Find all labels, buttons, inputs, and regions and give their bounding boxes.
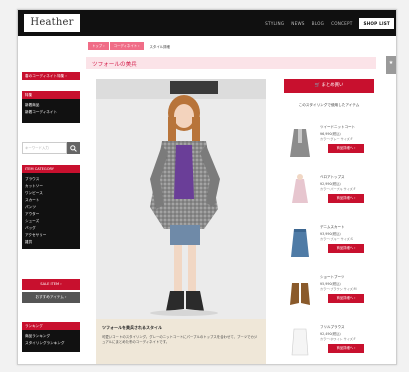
search-button[interactable]: [67, 142, 80, 154]
item-detail: カラー:パープル サイズ:F: [320, 187, 356, 191]
nav-styling[interactable]: STYLING: [265, 21, 284, 26]
category-item[interactable]: カットソー: [25, 183, 77, 190]
item-thumbnail-skirt[interactable]: [288, 223, 312, 263]
breadcrumb-top[interactable]: トップ ›: [88, 42, 109, 50]
styling-photo[interactable]: [96, 79, 266, 349]
search-bar: キーワード入力: [22, 142, 80, 154]
list-item: フリルブラウス ¥2,490(税込) カラー:ホワイト サイズ:F 商品詳細へ …: [284, 321, 394, 364]
item-detail: カラー:ブルー サイズ:S: [320, 237, 353, 241]
category-title: ITEM CATEGORY: [22, 165, 80, 173]
menu-item-new-coordinates[interactable]: 新着コーディネイト: [25, 109, 77, 116]
list-item: ショートブーツ ¥5,990(税込) カラー:ブラウン サイズ:M 商品詳細へ …: [284, 271, 394, 319]
section-title: ツフォールの美兵: [92, 62, 137, 68]
search-icon: [70, 144, 77, 152]
ranking-box: 商品ランキング スタイリングランキング: [22, 330, 80, 352]
category-item[interactable]: アクセサリー: [25, 232, 77, 239]
sidebar: 春のコーディネイト特集 › 特集 新着商品 新着コーディネイト キーワード入力 …: [18, 36, 84, 364]
category-item[interactable]: シューズ: [25, 218, 77, 225]
caption-title: ツフォールを美兵されるスタイル: [102, 325, 162, 330]
category-item[interactable]: ブラウス: [25, 176, 77, 183]
ranking-item-styling[interactable]: スタイリングランキング: [25, 340, 77, 347]
recommended-banner[interactable]: おすすめアイテム ›: [22, 292, 80, 303]
category-item[interactable]: バッグ: [25, 225, 77, 232]
coordinate-items-title: このスタイリングで使用したアイテム: [298, 103, 360, 107]
item-detail: カラー:ホワイト サイズ:F: [320, 337, 356, 341]
ranking-title: ランキング: [22, 322, 80, 330]
category-list: ブラウス カットソー ワンピース スカート パンツ アウター シューズ バッグ …: [22, 173, 80, 249]
caption-area: ツフォールを美兵されるスタイル 可愛いコートのスタイリング。グレーのニットコート…: [96, 319, 266, 364]
menu-box-title: 特集: [22, 91, 80, 99]
breadcrumb: トップ › コーディネイト › スタイル詳細: [88, 42, 170, 50]
item-list-column: 🛒 まとめ買い このスタイリングで使用したアイテム ツイードニットコート ¥6,…: [284, 79, 394, 364]
item-detail: カラー:グレー サイズ:F: [320, 137, 353, 141]
category-item[interactable]: アウター: [25, 211, 77, 218]
category-item[interactable]: ワンピース: [25, 190, 77, 197]
item-detail-button[interactable]: 商品詳細へ ›: [328, 194, 364, 203]
nav-shop-list[interactable]: SHOP LIST: [359, 17, 394, 29]
category-item[interactable]: パンツ: [25, 204, 77, 211]
bulk-buy-button[interactable]: 🛒 まとめ買い: [284, 79, 374, 93]
search-input[interactable]: キーワード入力: [22, 142, 67, 154]
nav-news[interactable]: NEWS: [291, 21, 304, 26]
item-thumbnail-coat[interactable]: [288, 123, 312, 163]
main-nav: STYLING NEWS BLOG CONCEPT SHOP LIST: [258, 10, 394, 36]
item-detail-button[interactable]: 商品詳細へ ›: [328, 144, 364, 153]
list-item: デニムスカート ¥3,990(税込) カラー:ブルー サイズ:S 商品詳細へ ›: [284, 221, 394, 269]
item-name[interactable]: フリルブラウス: [320, 325, 345, 330]
item-detail-button[interactable]: 商品詳細へ ›: [328, 344, 364, 353]
breadcrumb-coordinate[interactable]: コーディネイト ›: [109, 42, 144, 50]
model-image: [96, 79, 266, 319]
item-detail-button[interactable]: 商品詳細へ ›: [328, 244, 364, 253]
item-name[interactable]: ショートブーツ: [320, 275, 344, 280]
menu-item-new-products[interactable]: 新着商品: [25, 102, 77, 109]
main-content: トップ › コーディネイト › スタイル詳細 ツフォールの美兵 ★ ツフォールを…: [86, 36, 396, 364]
menu-box: 新着商品 新着コーディネイト: [22, 99, 80, 123]
browser-page: Heather STYLING NEWS BLOG CONCEPT SHOP L…: [17, 9, 397, 365]
item-thumbnail-boots[interactable]: [288, 273, 312, 313]
site-logo[interactable]: Heather: [24, 14, 80, 32]
top-navigation-bar: Heather STYLING NEWS BLOG CONCEPT SHOP L…: [18, 10, 396, 36]
category-item[interactable]: 雑貨: [25, 239, 77, 246]
item-thumbnail-top[interactable]: [288, 173, 312, 213]
ranking-item-products[interactable]: 商品ランキング: [25, 333, 77, 340]
sale-banner[interactable]: SALE ITEM ›: [22, 279, 80, 290]
item-name[interactable]: デニムスカート: [320, 225, 345, 230]
list-item: ベロアトップス ¥2,990(税込) カラー:パープル サイズ:F 商品詳細へ …: [284, 171, 394, 219]
nav-blog[interactable]: BLOG: [312, 21, 324, 26]
nav-concept[interactable]: CONCEPT: [331, 21, 352, 26]
item-detail: カラー:ブラウン サイズ:M: [320, 287, 357, 291]
list-item: ツイードニットコート ¥6,990(税込) カラー:グレー サイズ:F 商品詳細…: [284, 121, 394, 169]
item-name[interactable]: ツイードニットコート: [320, 125, 355, 130]
feature-banner[interactable]: 春のコーディネイト特集 ›: [22, 72, 80, 80]
category-item[interactable]: スカート: [25, 197, 77, 204]
caption-text: 可愛いコートのスタイリング。グレーのニットコートにパープルのトップスを合わせて、…: [102, 335, 258, 345]
breadcrumb-current: スタイル詳細: [149, 44, 170, 49]
item-name[interactable]: ベロアトップス: [320, 175, 345, 180]
side-tag[interactable]: ★: [386, 56, 396, 74]
item-detail-button[interactable]: 商品詳細へ ›: [328, 294, 364, 303]
item-thumbnail-blouse[interactable]: [288, 323, 312, 363]
